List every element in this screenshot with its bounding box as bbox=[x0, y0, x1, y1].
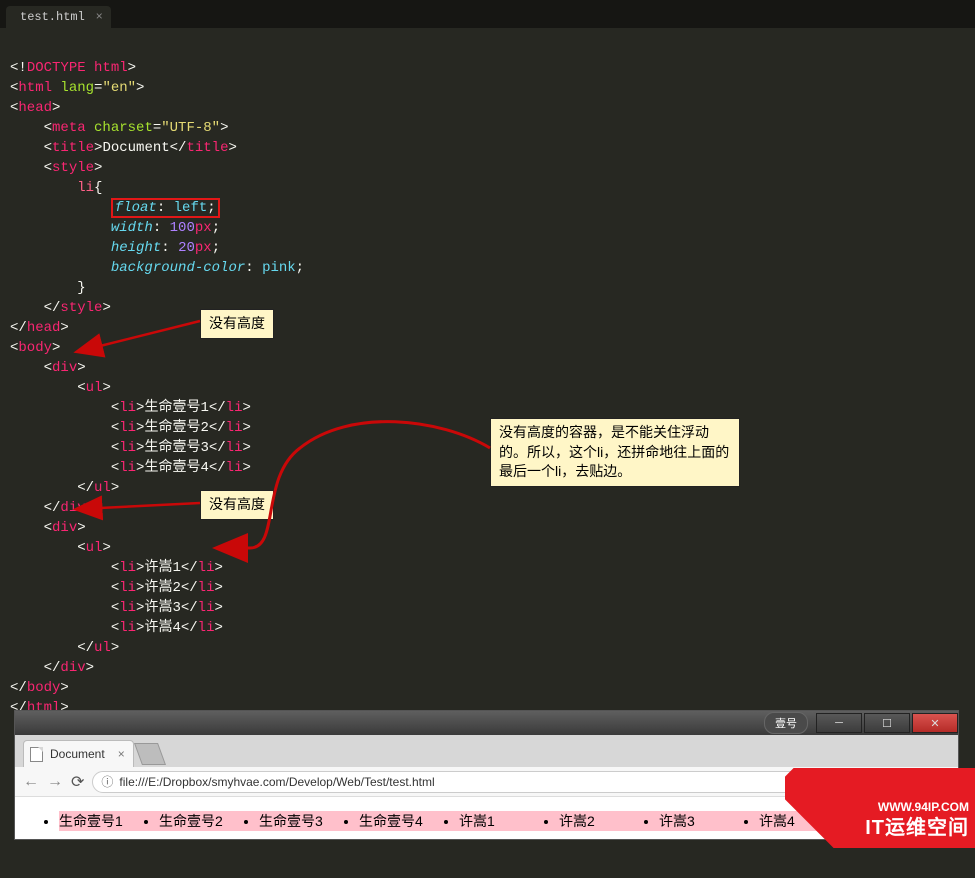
css-prop-bg: background-color bbox=[111, 260, 245, 276]
css-selector: li bbox=[77, 180, 94, 196]
new-tab-button[interactable] bbox=[134, 743, 166, 765]
browser-window: 壹号 ─ ☐ ✕ Document × ← → ⟳ ⓘ file:///E:/D… bbox=[14, 710, 959, 840]
highlight-box: float: left; bbox=[111, 198, 220, 218]
css-prop-height: height bbox=[111, 240, 161, 256]
address-bar-row: ← → ⟳ ⓘ file:///E:/Dropbox/smyhvae.com/D… bbox=[15, 767, 958, 797]
info-icon[interactable]: ⓘ bbox=[101, 773, 113, 790]
li-text: 生命壹号1 bbox=[144, 400, 208, 416]
browser-tabstrip: Document × bbox=[15, 735, 958, 767]
browser-viewport[interactable]: 生命壹号1 生命壹号2 生命壹号3 生命壹号4 许嵩1 许嵩2 许嵩3 许嵩4 bbox=[15, 797, 958, 825]
css-unit-height: px bbox=[195, 240, 212, 256]
li-text: 许嵩2 bbox=[144, 580, 180, 596]
editor-tabbar: test.html × bbox=[0, 0, 975, 28]
maximize-button[interactable]: ☐ bbox=[864, 713, 910, 733]
css-unit-width: px bbox=[195, 220, 212, 236]
attr-lang: lang bbox=[60, 80, 94, 96]
li-text: 许嵩3 bbox=[144, 600, 180, 616]
li-text: 生命壹号3 bbox=[144, 440, 208, 456]
titlebar-pill[interactable]: 壹号 bbox=[764, 712, 808, 734]
close-icon[interactable]: × bbox=[96, 10, 103, 24]
browser-tab-title: Document bbox=[50, 747, 105, 761]
doctype: DOCTYPE html bbox=[27, 60, 128, 76]
code-editor[interactable]: <!DOCTYPE html> <html lang="en"> <head> … bbox=[0, 28, 975, 698]
url-text: file:///E:/Dropbox/smyhvae.com/Develop/W… bbox=[119, 775, 434, 789]
val-lang: "en" bbox=[102, 80, 136, 96]
val-charset: "UTF-8" bbox=[161, 120, 220, 136]
title-text: Document bbox=[102, 140, 169, 156]
css-prop-width: width bbox=[111, 220, 153, 236]
attr-charset: charset bbox=[94, 120, 153, 136]
li-text: 许嵩4 bbox=[144, 620, 180, 636]
li-text: 生命壹号4 bbox=[144, 460, 208, 476]
page-icon bbox=[30, 747, 43, 762]
browser-tab[interactable]: Document × bbox=[23, 740, 134, 767]
li-text: 许嵩1 bbox=[144, 560, 180, 576]
close-button[interactable]: ✕ bbox=[912, 713, 958, 733]
annotation-callout-2: 没有高度 bbox=[200, 490, 274, 520]
editor-tab[interactable]: test.html × bbox=[6, 6, 111, 28]
css-val-bg: pink bbox=[262, 260, 296, 276]
minimize-button[interactable]: ─ bbox=[816, 713, 862, 733]
window-titlebar: 壹号 ─ ☐ ✕ bbox=[15, 711, 958, 735]
reload-icon[interactable]: ⟳ bbox=[71, 772, 84, 792]
close-icon[interactable]: × bbox=[118, 747, 125, 761]
li-text: 生命壹号2 bbox=[144, 420, 208, 436]
back-icon[interactable]: ← bbox=[23, 773, 39, 791]
css-val-width: 100 bbox=[170, 220, 195, 236]
css-prop-float: float bbox=[115, 200, 157, 216]
list-item: 许嵩4 bbox=[759, 811, 859, 831]
css-val-height: 20 bbox=[178, 240, 195, 256]
annotation-callout-1: 没有高度 bbox=[200, 309, 274, 339]
annotation-callout-3: 没有高度的容器，是不能关住浮动的。所以，这个li，还拼命地往上面的最后一个li，… bbox=[490, 418, 740, 487]
forward-icon[interactable]: → bbox=[47, 773, 63, 791]
url-bar[interactable]: ⓘ file:///E:/Dropbox/smyhvae.com/Develop… bbox=[92, 771, 950, 793]
css-val-float: left bbox=[174, 200, 208, 216]
editor-tab-title: test.html bbox=[20, 10, 85, 24]
